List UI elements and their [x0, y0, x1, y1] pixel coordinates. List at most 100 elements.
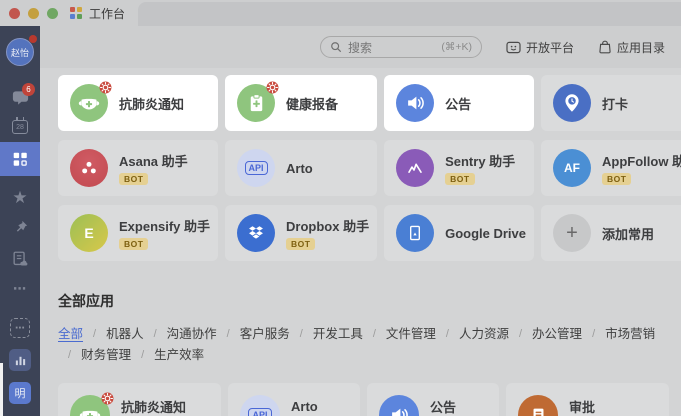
sidebar-item-more[interactable]: ⋯: [0, 274, 40, 304]
avatar[interactable]: 赵怡: [6, 35, 37, 66]
app-card-shenpi[interactable]: 审批简单、高效、开放的审…: [506, 383, 669, 416]
workbench-grid-icon: [70, 7, 82, 19]
search-shortcut: (⌘+K): [441, 41, 472, 53]
app-card-gonggao[interactable]: 公告公告: [367, 383, 499, 416]
gdrive-icon: [396, 214, 435, 252]
app-name: 打卡: [602, 96, 629, 112]
favorites-grid: 抗肺炎通知 健康报备 公告 打卡 Asana 助手 BOT API Arto Sentry 助手…: [40, 68, 681, 261]
open-platform-button[interactable]: 开放平台: [506, 39, 574, 56]
app-name: Arto: [286, 160, 313, 176]
category-财务管理[interactable]: 财务管理: [81, 345, 131, 366]
titlebar: 工作台: [0, 0, 681, 26]
speaker-icon: [379, 395, 419, 416]
app-name: 抗肺炎通知: [121, 399, 187, 415]
category-separator: /: [153, 328, 157, 340]
minimize-button[interactable]: [28, 7, 39, 19]
app-name: 公告: [445, 96, 472, 112]
category-全部[interactable]: 全部: [58, 324, 83, 345]
documents-icon: [13, 251, 28, 266]
api-icon: API: [237, 149, 276, 187]
app-card-add-frequent[interactable]: + 添加常用: [541, 205, 681, 261]
app-card-gdrive[interactable]: Google Drive: [384, 205, 535, 261]
pin-icon: [16, 220, 27, 232]
category-文件管理[interactable]: 文件管理: [386, 324, 436, 345]
sidebar-item-pins[interactable]: [0, 212, 40, 242]
virus-badge-icon: [266, 81, 279, 94]
category-人力资源[interactable]: 人力资源: [459, 324, 509, 345]
app-name: 添加常用: [602, 226, 655, 242]
sidebar-bottom: ⋯ 明: [0, 318, 40, 404]
category-separator: /: [299, 328, 303, 340]
background-window-edge: [0, 363, 3, 416]
bot-badge: BOT: [602, 173, 632, 185]
app-name: 健康报备: [286, 96, 339, 112]
app-card-jiankangbaobei[interactable]: 健康报备: [225, 75, 378, 131]
category-separator: /: [226, 328, 230, 340]
bot-badge: BOT: [445, 173, 475, 185]
zoom-button[interactable]: [47, 7, 58, 19]
app-card-daka[interactable]: 打卡: [541, 75, 681, 131]
more-apps-icon[interactable]: ⋯: [10, 318, 30, 338]
clipboard-icon: [237, 81, 279, 122]
category-沟通协作[interactable]: 沟通协作: [167, 324, 217, 345]
plus-icon: +: [566, 222, 578, 244]
category-办公管理[interactable]: 办公管理: [532, 324, 582, 345]
api-icon: API: [240, 395, 280, 416]
app-card-expensify[interactable]: E Expensify 助手 BOT: [58, 205, 219, 261]
category-separator: /: [445, 328, 449, 340]
sidebar-item-calendar[interactable]: 28: [0, 112, 40, 142]
app-card-dropbox[interactable]: Dropbox 助手 BOT: [225, 205, 378, 261]
all-apps-grid: 抗肺炎通知关于新型冠状病毒防护…APIArto信息咨询公告公告审批简单、高效、开…: [40, 376, 681, 416]
app-name: Expensify 助手: [119, 219, 211, 234]
stats-icon[interactable]: [9, 349, 31, 371]
app-card-kangfeiyan[interactable]: 抗肺炎通知关于新型冠状病毒防护…: [58, 383, 221, 416]
search-placeholder: 搜索: [347, 40, 372, 55]
app-name: Sentry 助手: [445, 154, 516, 169]
app-directory-button[interactable]: 应用目录: [598, 39, 665, 56]
dropbox-icon: [237, 214, 276, 252]
tab-workbench[interactable]: 工作台: [70, 5, 125, 22]
app-card-arto[interactable]: APIArto信息咨询: [228, 383, 360, 416]
tab-strip[interactable]: [138, 2, 681, 26]
af-icon: AF: [553, 149, 592, 187]
asana-icon: [70, 149, 108, 187]
app-card-asana[interactable]: Asana 助手 BOT: [58, 140, 219, 196]
api-logo: API: [244, 161, 268, 175]
more-icon: ⋯: [13, 281, 27, 296]
category-separator: /: [592, 328, 596, 340]
app-name: Dropbox 助手: [286, 219, 370, 234]
calendar-icon: 28: [12, 117, 28, 134]
category-separator: /: [372, 328, 376, 340]
virus-badge-icon: [101, 392, 114, 405]
star-icon: ★: [12, 187, 28, 207]
appfollow-logo: AF: [564, 161, 581, 175]
app-card-appfollow[interactable]: AF AppFollow 助手 BOT: [541, 140, 681, 196]
category-开发工具[interactable]: 开发工具: [313, 324, 363, 345]
toolbar: 搜索 (⌘+K) 开放平台 应用目录: [40, 26, 681, 68]
app-card-arto[interactable]: API Arto: [225, 140, 378, 196]
category-separator: /: [93, 328, 97, 340]
close-button[interactable]: [9, 7, 20, 19]
app-card-gonggao[interactable]: 公告: [384, 75, 535, 131]
category-客户服务[interactable]: 客户服务: [240, 324, 290, 345]
bot-badge: BOT: [119, 238, 149, 250]
mask-icon: [70, 81, 112, 122]
category-filter: 全部 / 机器人 / 沟通协作 / 客户服务 / 开发工具 / 文件管理 / 人力资源 / 办公管理 / 市场营…: [58, 324, 669, 366]
category-separator: /: [141, 349, 145, 361]
bot-badge: BOT: [119, 173, 149, 185]
app-window: 工作台 赵怡 6 28 ★ ⋯ ⋯ 明 搜索 (⌘+K) 开放平台 应用目录 抗…: [0, 0, 681, 416]
pin-clock-icon: [553, 84, 592, 122]
sidebar-item-docs[interactable]: [0, 244, 40, 274]
app-name: AppFollow 助手: [602, 154, 681, 169]
sidebar-item-messages[interactable]: 6: [0, 82, 40, 112]
category-机器人[interactable]: 机器人: [106, 324, 144, 345]
sidebar-item-workbench[interactable]: [0, 142, 40, 176]
category-市场营销[interactable]: 市场营销: [605, 324, 655, 345]
category-生产效率[interactable]: 生产效率: [154, 345, 204, 366]
bar-chart-icon: [15, 356, 25, 365]
app-card-sentry[interactable]: Sentry 助手 BOT: [384, 140, 535, 196]
app-card-kangfeiyan[interactable]: 抗肺炎通知: [58, 75, 219, 131]
sidebar-item-favorites[interactable]: ★: [0, 182, 40, 212]
search-input[interactable]: 搜索 (⌘+K): [319, 36, 482, 58]
workspace-badge[interactable]: 明: [9, 382, 31, 404]
